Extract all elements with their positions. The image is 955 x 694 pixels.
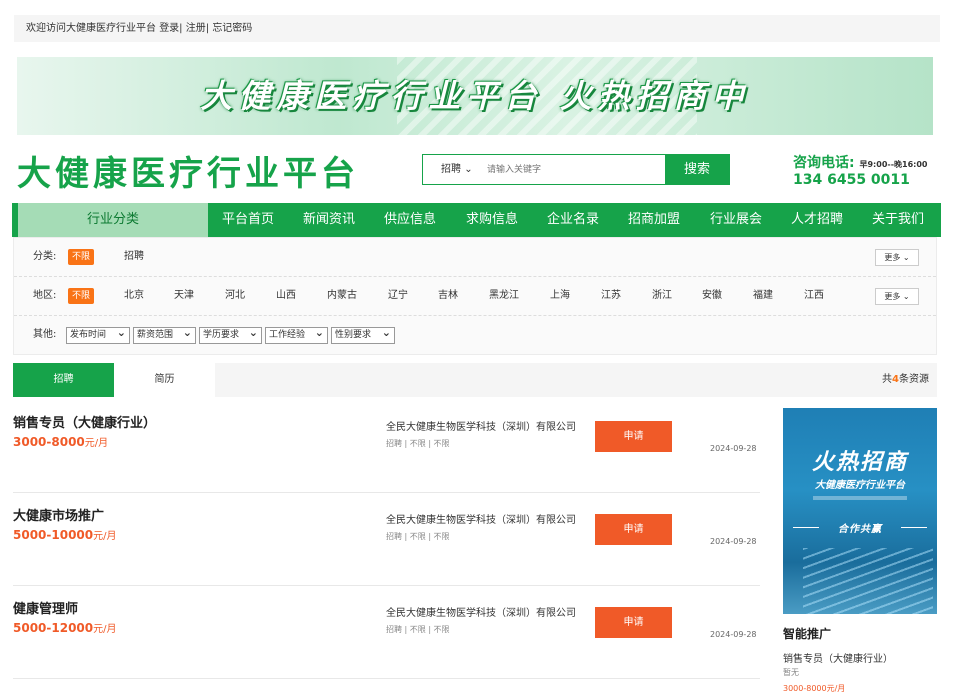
region-option[interactable]: 内蒙古 <box>327 277 357 315</box>
ad-headline: 火热招商 <box>811 450 908 475</box>
region-option[interactable]: 安徽 <box>702 277 722 315</box>
job-meta: 招聘 | 不限 | 不限 <box>386 625 450 634</box>
apply-button[interactable]: 申请 <box>595 421 672 452</box>
job-salary: 5000-10000元/月 <box>13 528 117 542</box>
salary-range-select[interactable]: 薪资范围 <box>133 325 196 344</box>
nav-item-home[interactable]: 平台首页 <box>222 203 274 237</box>
filter-row-region: 地区: 不限 北京 天津 河北 山西 内蒙古 辽宁 吉林 黑龙江 上海 江苏 浙… <box>14 277 936 315</box>
nav-item-franchise[interactable]: 招商加盟 <box>628 203 680 237</box>
contact-info: 咨询电话: 早9:00--晚16:00 134 6455 0011 <box>793 152 928 188</box>
sidebar-ad[interactable]: 火热招商 大健康医疗行业平台 合作共赢 <box>783 408 937 614</box>
result-tabs: 招聘 简历 共4条资源 <box>13 363 937 397</box>
welcome-text: 欢迎访问大健康医疗行业平台 <box>26 23 156 34</box>
region-option[interactable]: 山西 <box>276 277 296 315</box>
nav-item-purchase[interactable]: 求购信息 <box>466 203 518 237</box>
ad-subtitle: 大健康医疗行业平台 <box>815 480 905 491</box>
filter-type-option[interactable]: 招聘 <box>124 238 144 276</box>
filter-region-any[interactable]: 不限 <box>68 288 95 304</box>
contact-phone: 134 6455 0011 <box>793 172 910 188</box>
banner-ad[interactable]: 大健康医疗行业平台 火热招商中 <box>17 57 933 135</box>
nav-category[interactable]: 行业分类 <box>18 203 208 237</box>
filter-type-label: 分类: <box>33 251 57 262</box>
search-bar: 招聘 ⌄ 搜索 <box>422 154 730 185</box>
search-button[interactable]: 搜索 <box>665 155 729 184</box>
region-option[interactable]: 天津 <box>174 277 194 315</box>
region-option[interactable]: 江西 <box>804 277 824 315</box>
nav-item-companies[interactable]: 企业名录 <box>547 203 599 237</box>
forgot-password-link[interactable]: 忘记密码 <box>212 23 252 34</box>
contact-label: 咨询电话: <box>793 155 855 171</box>
top-bar: 欢迎访问大健康医疗行业平台 登录| 注册| 忘记密码 <box>14 15 940 42</box>
job-title[interactable]: 销售专员（大健康行业） <box>13 412 156 431</box>
region-option[interactable]: 上海 <box>550 277 570 315</box>
banner-text: 大健康医疗行业平台 火热招商中 <box>200 77 750 115</box>
job-title[interactable]: 健康管理师 <box>13 598 78 617</box>
nav-item-about[interactable]: 关于我们 <box>872 203 924 237</box>
nav-item-supply[interactable]: 供应信息 <box>384 203 436 237</box>
site-logo[interactable]: 大健康医疗行业平台 <box>17 146 359 195</box>
tab-resumes[interactable]: 简历 <box>114 363 215 397</box>
job-company[interactable]: 全民大健康生物医学科技（深圳）有限公司 <box>386 604 576 619</box>
job-row: 销售专员（大健康行业） 3000-8000元/月 全民大健康生物医学科技（深圳）… <box>13 400 760 493</box>
job-title[interactable]: 大健康市场推广 <box>13 505 104 524</box>
dna-helix-graphic <box>803 548 933 614</box>
promo-salary: 3000-8000元/月 <box>783 684 846 693</box>
filter-type-any[interactable]: 不限 <box>68 249 95 265</box>
region-option[interactable]: 吉林 <box>438 277 458 315</box>
job-date: 2024-09-28 <box>710 537 757 546</box>
region-option[interactable]: 江苏 <box>601 277 621 315</box>
region-option[interactable]: 河北 <box>225 277 245 315</box>
ad-bar <box>813 496 907 500</box>
filter-row-type: 分类: 不限 招聘 更多 ⌄ <box>14 238 936 276</box>
contact-hours: 早9:00--晚16:00 <box>859 160 928 169</box>
job-company[interactable]: 全民大健康生物医学科技（深圳）有限公司 <box>386 418 576 433</box>
region-option[interactable]: 浙江 <box>652 277 672 315</box>
job-row: 大健康市场推广 5000-10000元/月 全民大健康生物医学科技（深圳）有限公… <box>13 493 760 586</box>
job-date: 2024-09-28 <box>710 630 757 639</box>
login-link[interactable]: 登录| <box>159 23 182 34</box>
filter-region-more-button[interactable]: 更多 ⌄ <box>875 288 919 305</box>
job-company[interactable]: 全民大健康生物医学科技（深圳）有限公司 <box>386 511 576 526</box>
publish-time-select[interactable]: 发布时间 <box>66 325 130 344</box>
job-date: 2024-09-28 <box>710 444 757 453</box>
region-option[interactable]: 辽宁 <box>388 277 408 315</box>
search-category-label: 招聘 <box>441 164 461 175</box>
nav-item-news[interactable]: 新闻资讯 <box>303 203 355 237</box>
main-nav: 行业分类 平台首页 新闻资讯 供应信息 求购信息 企业名录 招商加盟 行业展会 … <box>12 203 941 237</box>
promo-title: 智能推广 <box>783 627 832 641</box>
apply-button[interactable]: 申请 <box>595 514 672 545</box>
experience-select[interactable]: 工作经验 <box>265 325 328 344</box>
filter-region-label: 地区: <box>33 290 57 301</box>
ad-line <box>901 527 927 528</box>
job-meta: 招聘 | 不限 | 不限 <box>386 532 450 541</box>
promo-job-link[interactable]: 销售专员（大健康行业） <box>783 650 893 665</box>
tab-jobs[interactable]: 招聘 <box>13 363 114 397</box>
filter-type-more-button[interactable]: 更多 ⌄ <box>875 249 919 266</box>
promo-note: 暂无 <box>783 668 799 677</box>
chevron-down-icon: ⌄ <box>464 164 473 175</box>
apply-button[interactable]: 申请 <box>595 607 672 638</box>
job-salary: 3000-8000元/月 <box>13 435 109 449</box>
region-option[interactable]: 福建 <box>753 277 773 315</box>
job-row: 健康管理师 5000-12000元/月 全民大健康生物医学科技（深圳）有限公司 … <box>13 586 760 679</box>
job-salary: 5000-12000元/月 <box>13 621 117 635</box>
search-category-select[interactable]: 招聘 ⌄ <box>441 155 473 184</box>
region-option[interactable]: 北京 <box>124 277 144 315</box>
filter-other-label: 其他: <box>33 329 57 340</box>
search-input[interactable] <box>487 155 665 184</box>
region-option[interactable]: 黑龙江 <box>489 277 519 315</box>
nav-item-exhibition[interactable]: 行业展会 <box>710 203 762 237</box>
gender-select[interactable]: 性别要求 <box>331 325 395 344</box>
nav-item-jobs[interactable]: 人才招聘 <box>791 203 843 237</box>
job-meta: 招聘 | 不限 | 不限 <box>386 439 450 448</box>
result-count: 共4条资源 <box>882 374 929 385</box>
education-select[interactable]: 学历要求 <box>199 325 262 344</box>
register-link[interactable]: 注册| <box>186 23 209 34</box>
